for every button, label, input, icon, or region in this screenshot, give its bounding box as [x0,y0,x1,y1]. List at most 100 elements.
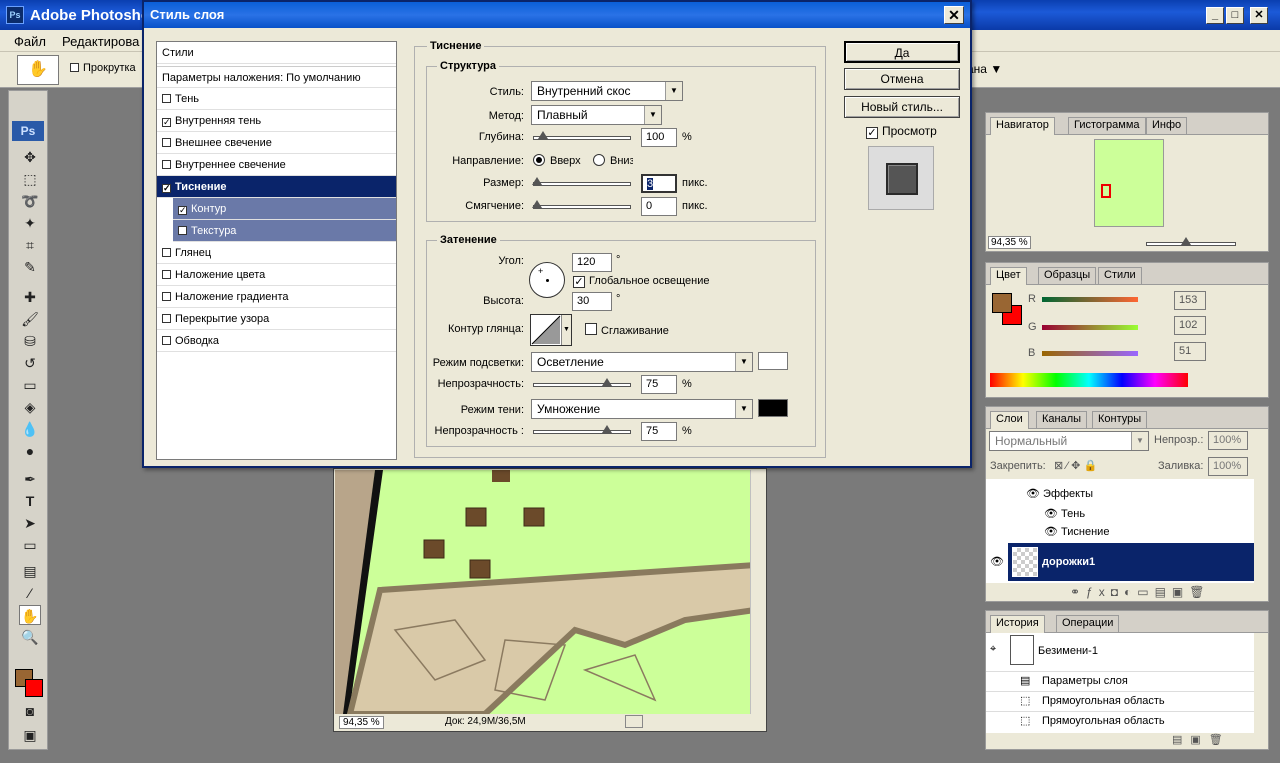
checkbox[interactable] [162,248,171,257]
blur-tool-icon[interactable]: 💧 [19,419,41,439]
checkbox[interactable] [178,226,187,235]
styles-header[interactable]: Стили [157,42,396,64]
style-item-outer-glow[interactable]: Внешнее свечение [157,132,396,154]
style-item-satin[interactable]: Глянец [157,242,396,264]
history-brush-icon[interactable]: ↺ [19,353,41,373]
shadow-mode-select[interactable]: Умножение ▼ [531,399,753,419]
canvas-vertical-scrollbar[interactable] [750,470,766,714]
tab-channels[interactable]: Каналы [1036,411,1088,428]
size-input[interactable]: 3 [641,174,677,193]
style-item-texture[interactable]: Текстура [173,220,396,242]
direction-up-radio[interactable]: Вверх [533,154,581,167]
radio-off[interactable] [593,154,605,166]
history-actions-bar[interactable]: ▤▣🗑 [1172,733,1231,746]
shadow-color-swatch[interactable] [758,399,788,417]
highlight-color-swatch[interactable] [758,352,788,370]
color-spectrum-ramp[interactable] [990,373,1188,387]
tab-color[interactable]: Цвет [990,267,1027,285]
checkbox[interactable]: ✓ [162,184,171,193]
g-value[interactable]: 102 [1174,316,1206,335]
style-item-inner-shadow[interactable]: ✓ Внутренняя тень [157,110,396,132]
navigator-thumbnail[interactable] [1094,139,1164,227]
notes-tool-icon[interactable]: ▤ [19,561,41,581]
checkbox[interactable] [162,138,171,147]
highlight-opacity-slider[interactable] [533,378,631,387]
lock-icons[interactable]: ⊠ ⁄ ✥ 🔒 [1054,459,1097,472]
canvas[interactable] [335,470,750,714]
history-item[interactable]: Прямоугольная область ⬚ [986,691,1254,711]
style-item-color-overlay[interactable]: Наложение цвета [157,264,396,286]
effects-row[interactable]: 👁 Эффекты [1026,487,1093,500]
soften-input[interactable]: 0 [641,197,677,216]
h-scroll-thumb[interactable] [625,715,643,728]
style-item-pattern-overlay[interactable]: Перекрытие узора [157,308,396,330]
navigator-zoom[interactable]: 94,35 % [988,236,1031,249]
checkbox[interactable]: ✓ [573,276,585,288]
navigator-view-box[interactable] [1101,184,1111,198]
checkbox[interactable]: ✓ [866,127,878,139]
dialog-close-button[interactable]: ✕ [944,6,964,24]
angle-input[interactable]: 120 [572,253,612,272]
maximize-button[interactable]: □ [1226,7,1244,24]
checkbox[interactable] [585,323,597,335]
navigator-zoom-slider[interactable] [1146,237,1236,246]
size-slider[interactable] [532,177,631,186]
eye-icon[interactable]: 👁 [990,555,1004,568]
move-tool-icon[interactable]: ✥ [19,147,41,167]
altitude-input[interactable]: 30 [572,292,612,311]
highlight-opacity-input[interactable]: 75 [641,375,677,394]
history-item[interactable]: Параметры слоя ▤ [986,671,1254,691]
path-selection-icon[interactable]: ➤ [19,513,41,533]
menu-edit[interactable]: Редактирова [62,34,139,49]
style-item-gradient-overlay[interactable]: Наложение градиента [157,286,396,308]
depth-slider[interactable] [533,131,631,140]
magic-wand-icon[interactable]: ✦ [19,213,41,233]
antialias-checkbox[interactable]: Сглаживание [585,323,675,337]
background-color-swatch[interactable] [25,679,43,697]
menu-file[interactable]: Файл [14,34,46,49]
gloss-contour-picker[interactable]: ▼ [530,314,572,346]
fg-color-swatch[interactable] [992,293,1012,313]
zoom-field[interactable]: 94,35 % [339,716,384,729]
history-snapshot[interactable]: Безимени-1 [1038,645,1098,657]
paint-bucket-icon[interactable]: ◈ [19,397,41,417]
style-item-bevel-emboss[interactable]: ✓ Тиснение [157,176,396,198]
eye-icon[interactable]: 👁 [1026,488,1040,500]
style-item-stroke[interactable]: Обводка [157,330,396,352]
direction-down-radio[interactable]: Вниз [593,154,633,167]
marquee-tool-icon[interactable]: ⬚ [19,169,41,189]
history-brush-source-icon[interactable]: ⌖ [990,643,996,656]
r-slider[interactable] [1042,297,1138,302]
preview-checkbox[interactable]: ✓ Просмотр [866,124,940,139]
scroll-all-windows[interactable]: Прокрутка [70,62,136,74]
tab-styles[interactable]: Стили [1098,267,1142,284]
ok-button[interactable]: Да [844,41,960,63]
checkbox[interactable] [162,292,171,301]
checkbox[interactable] [162,160,171,169]
new-style-button[interactable]: Новый стиль... [844,96,960,118]
style-item-inner-glow[interactable]: Внутреннее свечение [157,154,396,176]
history-item[interactable]: Прямоугольная область ⬚ [986,711,1254,731]
brush-tool-icon[interactable]: 🖌 [19,309,41,329]
r-value[interactable]: 153 [1174,291,1206,310]
tab-navigator[interactable]: Навигатор [990,117,1055,135]
radio-on[interactable] [533,154,545,166]
tab-actions[interactable]: Операции [1056,615,1120,632]
highlight-mode-select[interactable]: Осветление ▼ [531,352,753,372]
checkbox[interactable]: ✓ [178,206,187,215]
hand-tool-icon[interactable]: ✋ [19,605,41,625]
dodge-tool-icon[interactable]: ● [19,441,41,461]
shadow-opacity-input[interactable]: 75 [641,422,677,441]
shape-tool-icon[interactable]: ▭ [19,535,41,555]
fill-value[interactable]: 100% [1208,457,1248,476]
lasso-tool-icon[interactable]: ➰ [19,191,41,211]
angle-dial[interactable]: + [529,262,565,298]
soften-slider[interactable] [532,200,631,209]
type-tool-icon[interactable]: T [19,491,41,511]
global-light-checkbox[interactable]: ✓ Глобальное освещение [573,275,713,288]
technique-select[interactable]: Плавный ▼ [531,105,662,125]
b-value[interactable]: 51 [1174,342,1206,361]
layer-blend-mode[interactable]: Нормальный ▼ [989,431,1149,451]
healing-brush-icon[interactable]: ✚ [19,287,41,307]
checkbox[interactable] [162,94,171,103]
